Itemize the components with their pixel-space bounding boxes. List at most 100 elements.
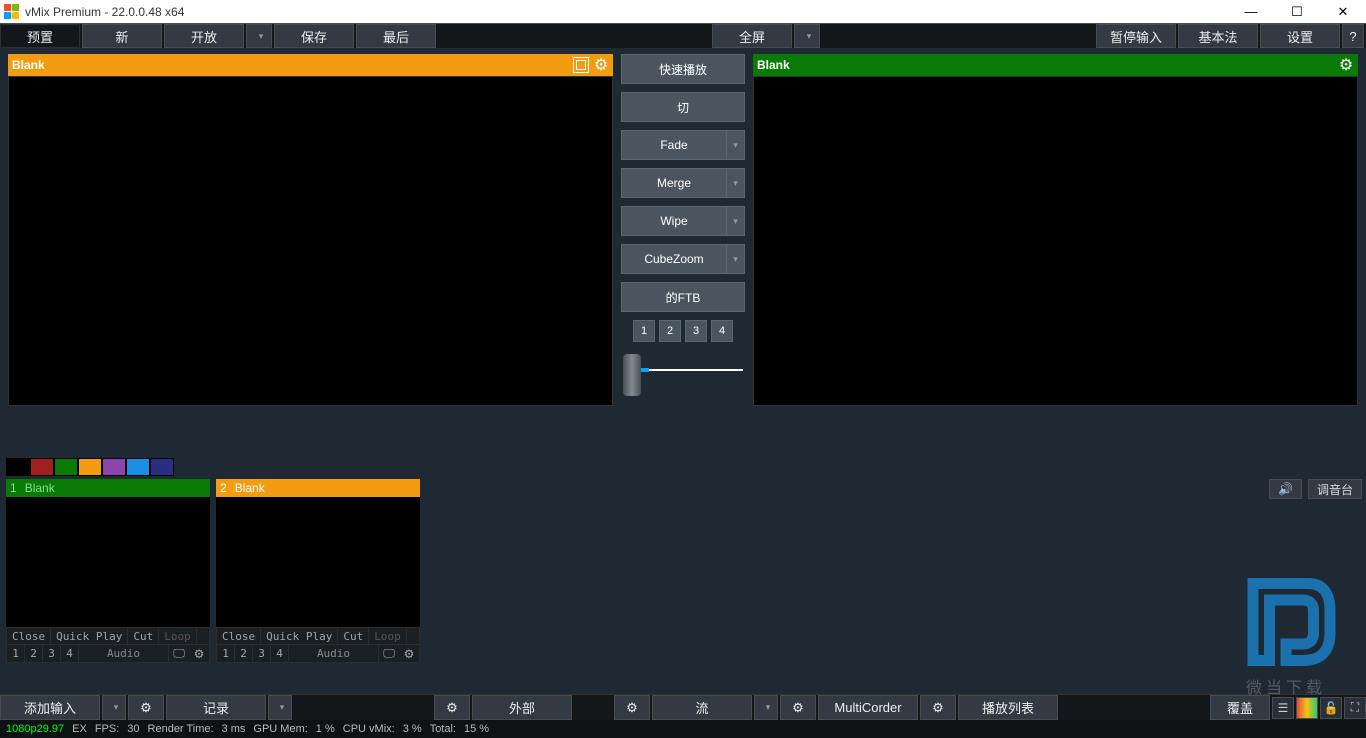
ov4-button[interactable]: 4 (271, 645, 289, 662)
settings-button[interactable]: 设置 (1260, 24, 1340, 48)
close-button[interactable]: Close (217, 628, 261, 644)
last-button[interactable]: 最后 (356, 24, 436, 48)
save-button[interactable]: 保存 (274, 24, 354, 48)
open-button[interactable]: 开放 (164, 24, 244, 48)
input-controls-1: CloseQuick PlayCutLoop (216, 627, 420, 645)
pause-inputs-button[interactable]: 暂停输入 (1096, 24, 1176, 48)
minimize-button[interactable]: — (1228, 0, 1274, 23)
multicorder-button[interactable]: MultiCorder (818, 695, 918, 720)
input-header[interactable]: 2Blank (216, 479, 420, 497)
ov1-button[interactable]: 1 (217, 645, 235, 662)
status-bar: 1080p29.97 EX FPS: 30 Render Time: 3 ms … (0, 720, 1366, 738)
frame-icon[interactable] (573, 57, 589, 73)
help-button[interactable]: ? (1342, 24, 1364, 48)
external-button[interactable]: 外部 (472, 695, 572, 720)
audio-icon[interactable]: 🔊 (1269, 479, 1302, 499)
fullscreen-ui-icon[interactable]: ⛶ (1344, 697, 1366, 719)
overlay-1-button[interactable]: 1 (633, 320, 655, 342)
rendertime-value: 3 ms (222, 723, 246, 735)
open-dropdown[interactable] (246, 24, 272, 48)
mixer-button[interactable]: 调音台 (1308, 479, 1362, 499)
gpumem-value: 1 % (316, 723, 335, 735)
cut-button[interactable]: 切 (621, 92, 745, 122)
category-color[interactable] (30, 458, 54, 476)
wipe-button[interactable]: Wipe (621, 206, 727, 236)
category-color[interactable] (78, 458, 102, 476)
ftb-button[interactable]: 的FTB (621, 282, 745, 312)
input-header[interactable]: 1Blank (6, 479, 210, 497)
total-label: Total: (430, 723, 456, 735)
ov3-button[interactable]: 3 (43, 645, 61, 662)
loop-button[interactable]: Loop (369, 628, 407, 644)
record-dropdown[interactable] (268, 695, 292, 720)
close-button[interactable]: Close (7, 628, 51, 644)
ov2-button[interactable]: 2 (235, 645, 253, 662)
overlay-button[interactable]: 覆盖 (1210, 695, 1270, 720)
loop-button[interactable]: Loop (159, 628, 197, 644)
fade-button[interactable]: Fade (621, 130, 727, 160)
preset-button[interactable]: 预置 (0, 24, 80, 48)
cut-button[interactable]: Cut (128, 628, 159, 644)
ov1-button[interactable]: 1 (7, 645, 25, 662)
add-input-button[interactable]: 添加输入 (0, 695, 100, 720)
external-gear-icon[interactable]: ⚙ (434, 695, 470, 720)
resolution: 1080p29.97 (6, 723, 64, 735)
meters-icon[interactable] (1296, 697, 1318, 719)
merge-button[interactable]: Merge (621, 168, 727, 198)
playlist-gear-icon[interactable]: ⚙ (920, 695, 956, 720)
lock-icon[interactable]: 🔓 (1320, 697, 1342, 719)
category-color[interactable] (150, 458, 174, 476)
fullscreen-dropdown[interactable] (794, 24, 820, 48)
audio-button[interactable]: Audio (79, 645, 169, 662)
gear-icon[interactable]: ⚙ (189, 645, 209, 662)
maximize-button[interactable]: ☐ (1274, 0, 1320, 23)
cubezoom-button[interactable]: CubeZoom (621, 244, 727, 274)
basic-button[interactable]: 基本法 (1178, 24, 1258, 48)
quickplay-button[interactable]: Quick Play (261, 628, 338, 644)
audio-button[interactable]: Audio (289, 645, 379, 662)
category-color[interactable] (126, 458, 150, 476)
fps-value: 30 (127, 723, 139, 735)
layout-icon[interactable]: ☰ (1272, 697, 1294, 719)
category-color[interactable] (102, 458, 126, 476)
transition-column: 快速播放 切 Fade▾ Merge▾ Wipe▾ CubeZoom▾ 的FTB… (613, 54, 753, 406)
overlay-2-button[interactable]: 2 (659, 320, 681, 342)
cubezoom-dropdown[interactable]: ▾ (727, 244, 745, 274)
output-canvas[interactable] (753, 76, 1358, 406)
t-bar[interactable] (623, 354, 743, 394)
merge-dropdown[interactable]: ▾ (727, 168, 745, 198)
gear-icon[interactable]: ⚙ (1338, 57, 1354, 73)
wipe-dropdown[interactable]: ▾ (727, 206, 745, 236)
ov2-button[interactable]: 2 (25, 645, 43, 662)
fullscreen-button[interactable]: 全屏 (712, 24, 792, 48)
title-text: vMix Premium - 22.0.0.48 x64 (25, 5, 184, 19)
overlay-4-button[interactable]: 4 (711, 320, 733, 342)
input-canvas[interactable] (6, 497, 210, 627)
multicorder-gear-icon[interactable]: ⚙ (780, 695, 816, 720)
preview-canvas[interactable] (8, 76, 613, 406)
ov4-button[interactable]: 4 (61, 645, 79, 662)
monitor-icon[interactable]: 🖵 (169, 645, 189, 662)
color-icon[interactable] (553, 57, 569, 73)
record-gear-icon[interactable]: ⚙ (128, 695, 164, 720)
stream-dropdown[interactable] (754, 695, 778, 720)
cut-button[interactable]: Cut (338, 628, 369, 644)
quickplay-button[interactable]: 快速播放 (621, 54, 745, 84)
stream-button[interactable]: 流 (652, 695, 752, 720)
category-color[interactable] (54, 458, 78, 476)
ov3-button[interactable]: 3 (253, 645, 271, 662)
gear-icon[interactable]: ⚙ (593, 57, 609, 73)
input-canvas[interactable] (216, 497, 420, 627)
playlist-button[interactable]: 播放列表 (958, 695, 1058, 720)
fade-dropdown[interactable]: ▾ (727, 130, 745, 160)
add-input-dropdown[interactable] (102, 695, 126, 720)
new-button[interactable]: 新 (82, 24, 162, 48)
stream-gear-icon[interactable]: ⚙ (614, 695, 650, 720)
record-button[interactable]: 记录 (166, 695, 266, 720)
gear-icon[interactable]: ⚙ (399, 645, 419, 662)
quickplay-button[interactable]: Quick Play (51, 628, 128, 644)
monitor-icon[interactable]: 🖵 (379, 645, 399, 662)
close-button[interactable]: ✕ (1320, 0, 1366, 23)
overlay-3-button[interactable]: 3 (685, 320, 707, 342)
category-color[interactable] (6, 458, 30, 476)
